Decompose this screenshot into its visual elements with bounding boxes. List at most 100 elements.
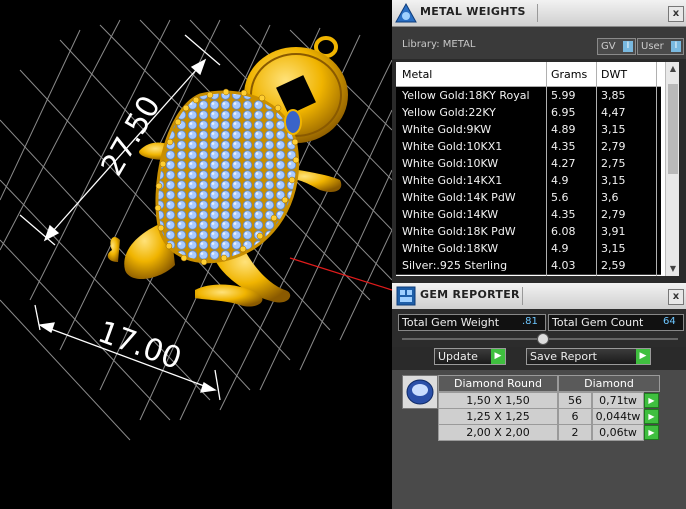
viewport-scene: 27.50 17.00 (0, 19, 392, 441)
gem-size-cell: 2,00 X 2,00 (438, 424, 558, 441)
save-report-label: Save Report (530, 350, 597, 363)
metal-name-cell: White Gold:14K PdW (402, 191, 516, 204)
dwt-cell: 2,79 (601, 140, 626, 153)
update-button[interactable]: Update ▶ (434, 348, 506, 365)
user-indicator-icon: I (671, 41, 681, 52)
gem-summary: Total Gem Weight .81 Total Gem Count 64 (392, 309, 686, 347)
grams-cell: 4.9 (551, 242, 569, 255)
gem-reporter-title: GEM REPORTER (420, 288, 520, 301)
save-report-button[interactable]: Save Report ▶ (526, 348, 651, 365)
gem-size-cell: 1,50 X 1,50 (438, 392, 558, 409)
table-row[interactable]: White Gold:14KX1 4.9 3,15 (396, 172, 661, 190)
dwt-cell: 3,6 (601, 191, 619, 204)
grams-cell: 4.35 (551, 140, 576, 153)
column-divider (656, 62, 657, 276)
dwt-cell: 3,91 (601, 225, 626, 238)
gem-row-play-icon[interactable]: ▶ (644, 425, 659, 440)
play-icon: ▶ (491, 349, 505, 364)
dwt-cell: 4,47 (601, 106, 626, 119)
table-row[interactable]: White Gold:18K PdW 6.08 3,91 (396, 223, 661, 241)
gem-reporter-header: GEM REPORTER x (392, 283, 686, 310)
grams-cell: 4.89 (551, 123, 576, 136)
dwt-cell: 3,15 (601, 123, 626, 136)
gem-size-cell: 1,25 X 1,25 (438, 408, 558, 425)
column-header-grams[interactable]: Grams (551, 68, 587, 81)
dim-horizontal-label: 17.00 (93, 315, 186, 377)
dwt-cell: 2,79 (601, 208, 626, 221)
header-divider (522, 287, 523, 305)
table-row[interactable]: White Gold:18KW 4.9 3,15 (396, 240, 661, 258)
dwt-cell: 3,15 (601, 242, 626, 255)
metal-weights-table: Metal Grams DWT Yellow Gold:18KY Royal 5.… (396, 62, 679, 276)
play-icon: ▶ (636, 349, 650, 364)
library-bar: Library: METAL GV I User I (392, 27, 686, 59)
metal-name-cell: White Gold:18K PdW (402, 225, 516, 238)
grams-cell: 5.99 (551, 89, 576, 102)
total-gem-count-label: Total Gem Count (552, 316, 644, 329)
update-label: Update (438, 350, 478, 363)
slider-handle[interactable] (537, 333, 549, 345)
grams-cell: 6.08 (551, 225, 576, 238)
user-label: User (641, 41, 664, 52)
grams-cell: 4.27 (551, 157, 576, 170)
dwt-cell: 3,85 (601, 89, 626, 102)
column-divider (596, 62, 597, 276)
metal-name-cell: White Gold:9KW (402, 123, 492, 136)
3d-viewport[interactable]: 27.50 17.00 (0, 0, 392, 509)
dwt-cell: 2,75 (601, 157, 626, 170)
gv-label: GV (601, 41, 616, 52)
gem-count-cell: 6 (558, 408, 592, 425)
total-gem-count-field: Total Gem Count 64 (548, 314, 684, 331)
header-divider (537, 4, 538, 22)
table-row[interactable]: White Gold:14KW 4.35 2,79 (396, 206, 661, 224)
diamond-round-icon (406, 379, 434, 405)
table-header: Metal Grams DWT (396, 62, 661, 87)
grams-cell: 4.35 (551, 208, 576, 221)
total-gem-weight-value: .81 (522, 316, 538, 327)
dim-vertical-label: 27.50 (95, 90, 168, 182)
vertical-scrollbar[interactable]: ▲ ▼ (665, 62, 679, 276)
metal-name-cell: White Gold:14KW (402, 208, 499, 221)
grams-cell: 6.95 (551, 106, 576, 119)
gem-thumbnail[interactable] (402, 375, 438, 409)
total-gem-weight-field: Total Gem Weight .81 (398, 314, 546, 331)
gem-reporter-logo-icon (396, 286, 416, 306)
table-row[interactable]: White Gold:10KW 4.27 2,75 (396, 155, 661, 173)
metal-name-cell: White Gold:10KX1 (402, 140, 503, 153)
metal-name-cell: White Gold:10KW (402, 157, 499, 170)
table-row[interactable]: White Gold:9KW 4.89 3,15 (396, 121, 661, 139)
gv-indicator-icon: I (623, 41, 633, 52)
right-panel: METAL WEIGHTS x Library: METAL GV I User… (392, 0, 686, 509)
gem-row-play-icon[interactable]: ▶ (644, 393, 659, 408)
grams-cell: 5.6 (551, 191, 569, 204)
gv-toggle[interactable]: GV I (597, 38, 636, 55)
scroll-up-icon[interactable]: ▲ (668, 64, 678, 74)
scroll-down-icon[interactable]: ▼ (668, 264, 678, 274)
metal-weights-header: METAL WEIGHTS x (392, 0, 686, 27)
frog-pendant-model (107, 36, 348, 307)
close-icon[interactable]: x (668, 6, 684, 22)
gem-count-cell: 2 (558, 424, 592, 441)
column-header-metal[interactable]: Metal (402, 68, 432, 81)
total-gem-count-value: 64 (663, 316, 676, 327)
grams-cell: 4.03 (551, 259, 576, 272)
gem-weight-cell: 0,06tw (592, 424, 644, 441)
table-row[interactable]: Yellow Gold:22KY 6.95 4,47 (396, 104, 661, 122)
metal-name-cell: Yellow Gold:22KY (402, 106, 496, 119)
table-row[interactable]: Silver:.925 Sterling 4.03 2,59 (396, 257, 661, 275)
close-icon[interactable]: x (668, 289, 684, 305)
table-row[interactable]: White Gold:10KX1 4.35 2,79 (396, 138, 661, 156)
grams-cell: 4.9 (551, 174, 569, 187)
table-row[interactable]: Yellow Gold:18KY Royal 5.99 3,85 (396, 87, 661, 105)
gem-type-header: Diamond (558, 375, 660, 392)
column-header-dwt[interactable]: DWT (601, 68, 627, 81)
gem-shape-header: Diamond Round (438, 375, 558, 392)
user-toggle[interactable]: User I (637, 38, 684, 55)
metal-weights-title: METAL WEIGHTS (420, 5, 526, 18)
metal-weights-logo-icon (395, 2, 417, 23)
scroll-thumb[interactable] (668, 84, 678, 174)
gem-row-play-icon[interactable]: ▶ (644, 409, 659, 424)
gem-weight-cell: 0,044tw (592, 408, 644, 425)
metal-name-cell: Yellow Gold:18KY Royal (402, 89, 530, 102)
table-row[interactable]: White Gold:14K PdW 5.6 3,6 (396, 189, 661, 207)
